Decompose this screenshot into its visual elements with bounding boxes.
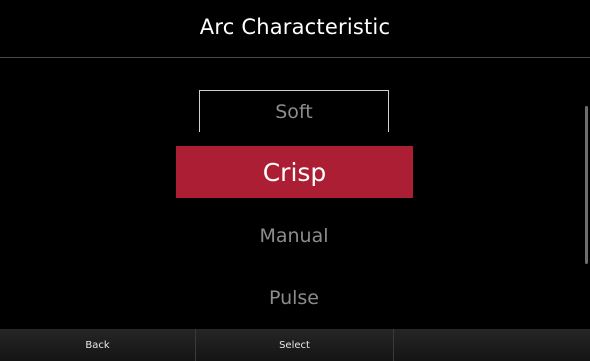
- option-pulse[interactable]: Pulse: [199, 278, 389, 318]
- option-crisp[interactable]: Crisp: [176, 146, 413, 198]
- page-title: Arc Characteristic: [199, 14, 391, 39]
- select-button[interactable]: Select: [196, 329, 394, 361]
- option-list: Soft Crisp Manual Pulse: [0, 58, 590, 329]
- back-button[interactable]: Back: [0, 329, 196, 361]
- softkey-bar: Back Select: [0, 329, 590, 361]
- softkey-right[interactable]: [394, 329, 590, 361]
- option-soft[interactable]: Soft: [199, 90, 389, 132]
- option-manual[interactable]: Manual: [199, 216, 389, 256]
- scrollbar[interactable]: [585, 106, 588, 264]
- screen-header: Arc Characteristic: [0, 0, 590, 58]
